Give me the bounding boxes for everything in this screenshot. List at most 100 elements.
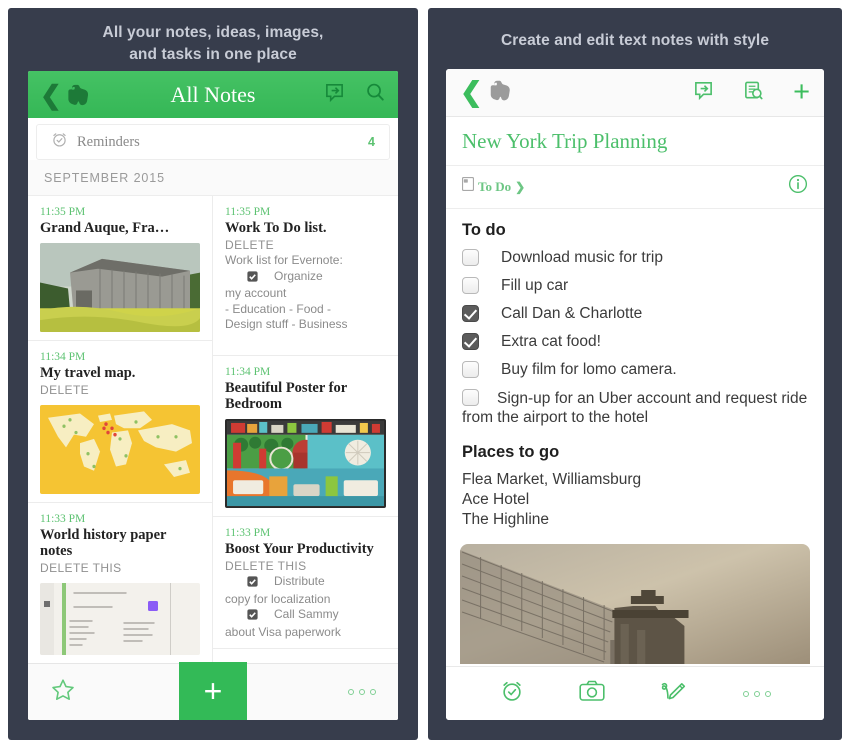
note-card[interactable]: 11:34 PM Beautiful Poster for Bedroom <box>213 356 398 517</box>
notes-column-right: 11:35 PM Work To Do list. DELETE Work li… <box>213 196 398 664</box>
info-circle-icon[interactable] <box>788 174 808 199</box>
right-caption: Create and edit text notes with style <box>500 32 770 49</box>
note-subtitle: DELETE THIS <box>40 561 122 575</box>
search-icon[interactable] <box>365 82 386 108</box>
notebook-icon <box>461 176 475 196</box>
barn-photo-thumbnail <box>40 243 200 332</box>
note-body-check-label: Distribute <box>274 574 325 588</box>
note-title: My travel map. <box>40 365 136 381</box>
note-title[interactable]: New York Trip Planning <box>446 117 824 166</box>
places-section: Places to go Flea Market, Williamsburg A… <box>462 443 808 530</box>
note-body: Work list for Evernote: Organize my acco… <box>225 253 386 333</box>
notebook-row[interactable]: To Do ❯ <box>446 166 824 209</box>
todo-item[interactable]: Call Dan & Charlotte <box>462 304 808 323</box>
share-icon[interactable] <box>693 80 714 106</box>
checkbox-checked-icon[interactable] <box>462 305 479 322</box>
place-line: Ace Hotel <box>462 491 530 508</box>
right-phone-panel: Create and edit text notes with style ❮ <box>428 8 842 740</box>
left-phone-panel: All your notes, ideas, images, and tasks… <box>8 8 418 740</box>
alarm-check-icon <box>51 131 68 153</box>
note-editor-navbar: ❮ + <box>446 69 824 117</box>
todo-item[interactable]: Fill up car <box>462 276 808 295</box>
reminders-count: 4 <box>368 135 375 149</box>
note-title: World history paper notes <box>40 527 167 559</box>
note-subtitle: DELETE THIS <box>225 559 307 573</box>
note-time: 11:35 PM <box>40 206 86 218</box>
chevron-left-icon[interactable]: ❮ <box>460 79 483 106</box>
todo-item[interactable]: Extra cat food! <box>462 332 808 351</box>
dot <box>753 690 760 697</box>
section-heading: Places to go <box>462 443 560 461</box>
note-body-check-label: Call Sammy <box>274 607 339 621</box>
right-phone-screen: ❮ + New York Trip Planning To Do ❯ To do… <box>446 69 824 720</box>
note-body-checkline: Call Sammy <box>225 607 386 625</box>
reminders-label: Reminders <box>77 133 140 150</box>
note-card[interactable]: 11:35 PM Work To Do list. DELETE Work li… <box>213 196 398 356</box>
dot <box>764 690 771 697</box>
camera-icon[interactable] <box>578 679 605 708</box>
note-body-line: Design stuff - Business <box>225 317 348 331</box>
section-header-month: SEPTEMBER 2015 <box>28 160 398 196</box>
note-title: Grand Auque, Fra… <box>40 220 170 236</box>
reminders-row[interactable]: Reminders 4 <box>36 124 390 160</box>
add-button[interactable]: + <box>793 78 810 107</box>
note-card[interactable]: 11:34 PM My travel map. DELETE <box>28 341 212 503</box>
todo-item[interactable]: Download music for trip <box>462 248 808 267</box>
left-caption: All your notes, ideas, images, and tasks… <box>102 24 324 63</box>
note-body-checkline: Organize <box>225 269 386 287</box>
section-heading: To do <box>462 221 506 239</box>
note-body-line: copy for localization <box>225 591 331 606</box>
alarm-check-icon[interactable] <box>500 679 524 708</box>
note-title: Beautiful Poster for Bedroom <box>225 380 347 412</box>
note-body: Distribute copy for localization Call Sa… <box>225 574 386 640</box>
evernote-elephant-icon[interactable] <box>490 79 512 107</box>
note-photo-container <box>446 544 824 664</box>
note-search-icon[interactable] <box>743 80 764 106</box>
note-card[interactable]: 11:33 PM Boost Your Productivity DELETE … <box>213 517 398 649</box>
star-icon[interactable] <box>50 677 76 708</box>
todo-label: Call Dan & Charlotte <box>501 305 643 322</box>
note-card[interactable]: 11:35 PM Grand Auque, Fra… <box>28 196 212 341</box>
todo-label: Extra cat food! <box>501 333 601 350</box>
note-body-line: about Visa paperwork <box>225 624 341 639</box>
note-content[interactable]: To do Download music for trip Fill up ca… <box>446 209 824 664</box>
dot <box>370 689 376 695</box>
checkbox-unchecked-icon[interactable] <box>462 389 479 406</box>
todo-item[interactable]: Buy film for lomo camera. <box>462 360 808 379</box>
checkbox-checked-icon <box>247 576 258 592</box>
todo-label: Sign-up for an Uber account and request … <box>462 390 808 426</box>
checkbox-unchecked-icon[interactable] <box>462 277 479 294</box>
new-note-button[interactable]: + <box>179 662 247 720</box>
note-card[interactable]: 11:33 PM World history paper notes DELET… <box>28 503 212 664</box>
city-poster-thumbnail <box>225 419 386 508</box>
dot <box>742 690 749 697</box>
checkbox-checked-icon[interactable] <box>462 333 479 350</box>
checkbox-checked-icon <box>247 609 258 625</box>
checkbox-unchecked-icon[interactable] <box>462 249 479 266</box>
notes-column-left: 11:35 PM Grand Auque, Fra… 11:34 PM My t… <box>28 196 213 664</box>
todo-item[interactable]: Sign-up for an Uber account and request … <box>462 388 808 427</box>
chevron-left-icon[interactable]: ❮ <box>40 82 62 108</box>
screenshot-stage: All your notes, ideas, images, and tasks… <box>0 0 850 748</box>
bridge-photo[interactable] <box>460 544 810 664</box>
dot <box>359 689 365 695</box>
handwriting-pen-icon[interactable] <box>660 679 688 708</box>
right-bottom-toolbar <box>446 666 824 720</box>
note-time: 11:35 PM <box>225 206 271 218</box>
note-time: 11:33 PM <box>40 513 86 525</box>
note-body-line: Work list for Evernote: <box>225 253 343 267</box>
note-subtitle: DELETE <box>40 383 90 397</box>
handwritten-notes-thumbnail <box>40 583 200 655</box>
more-dots-icon[interactable] <box>348 689 376 695</box>
world-map-thumbnail <box>40 405 200 494</box>
note-subtitle: DELETE <box>225 238 275 252</box>
place-line: Flea Market, Williamsburg <box>462 471 642 488</box>
notebook-name: To Do <box>478 178 512 194</box>
more-dots-icon[interactable] <box>742 690 771 697</box>
left-bottom-toolbar: + <box>28 662 398 720</box>
evernote-elephant-icon[interactable] <box>68 83 90 106</box>
share-icon[interactable] <box>324 82 345 108</box>
chevron-right-icon: ❯ <box>515 179 526 194</box>
checkbox-unchecked-icon[interactable] <box>462 361 479 378</box>
left-phone-screen: ❮ All Notes Reminders 4 SEPTEMBER 2015 1… <box>28 71 398 720</box>
